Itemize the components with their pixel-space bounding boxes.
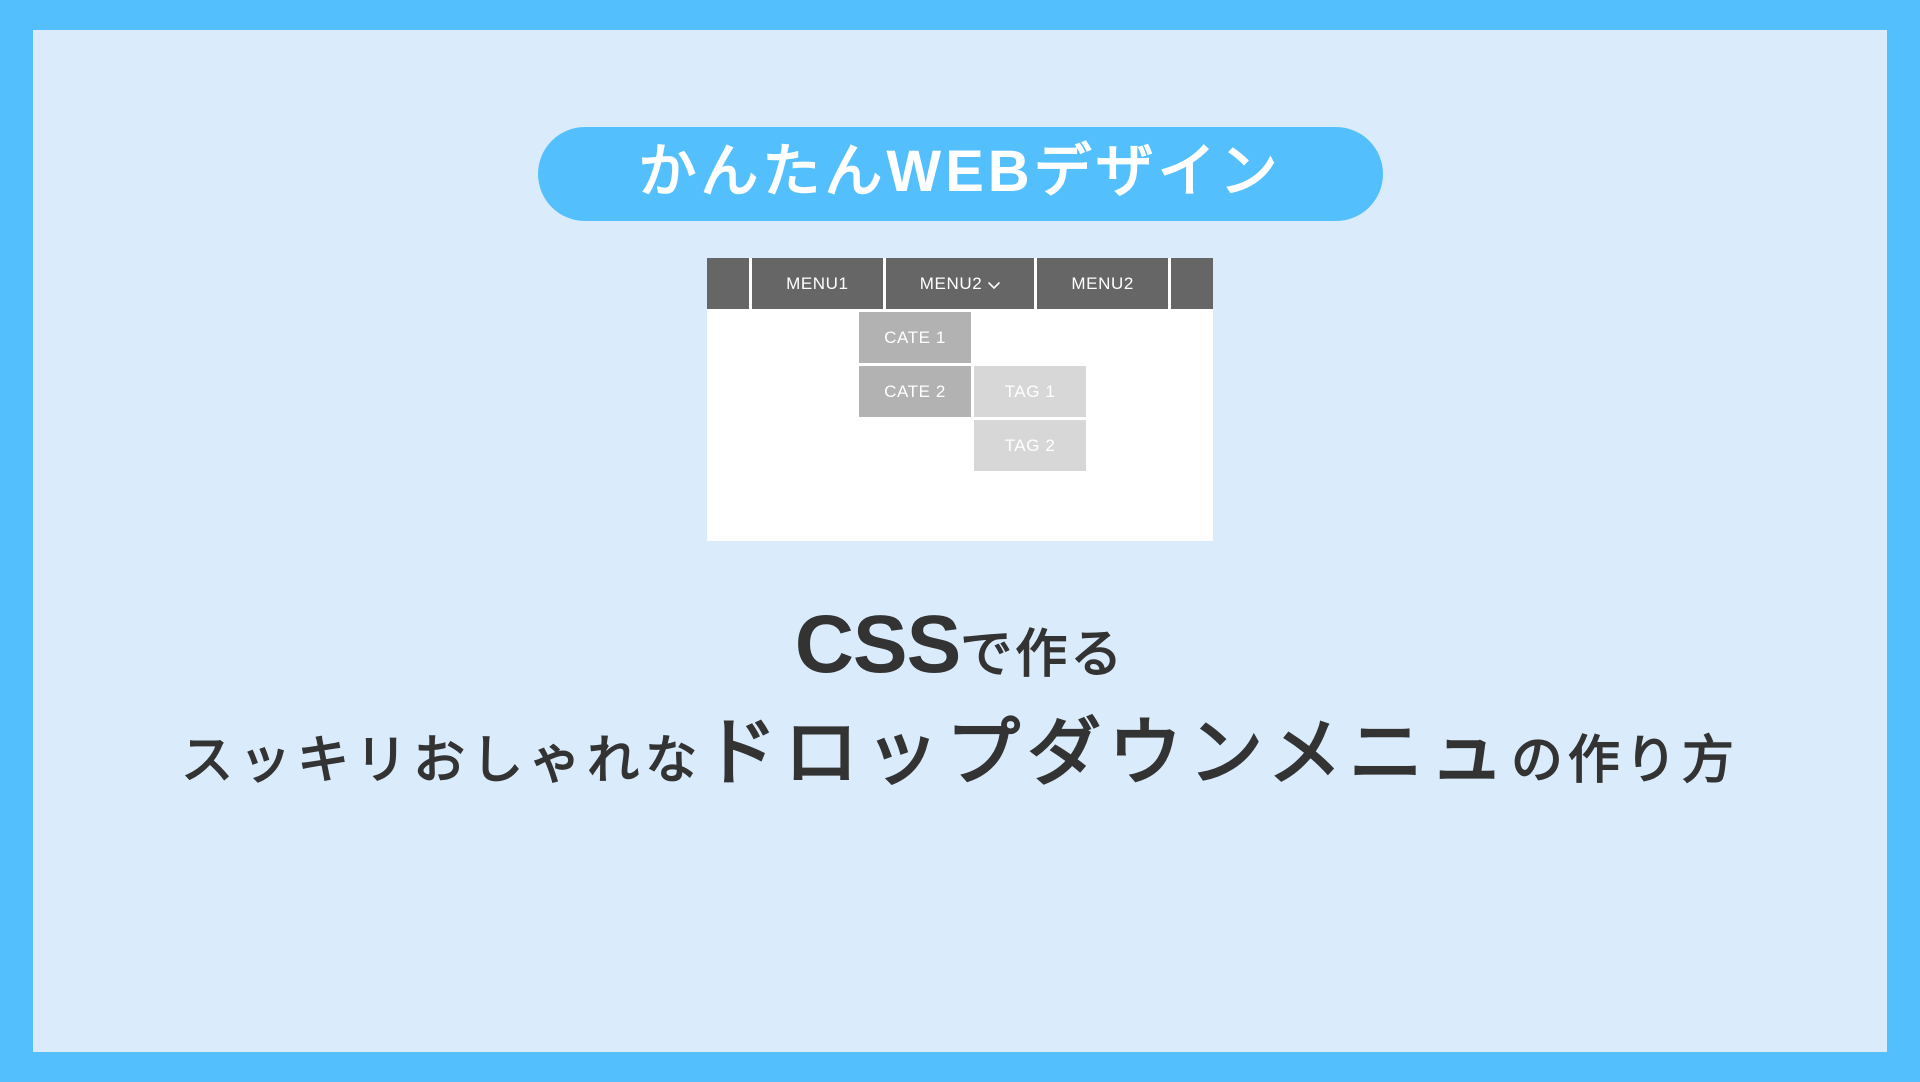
category-item-label: CATE 2 — [884, 381, 946, 401]
nav-item-menu2-expanded-label: MENU2 — [919, 273, 983, 293]
title-badge-label: かんたんWEBデザイン — [638, 139, 1282, 204]
headline-line-2: スッキリおしゃれな ドロップダウンメニュ の作り方 — [33, 716, 1887, 790]
mockup-navbar: MENU1 MENU2 MENU2 — [707, 258, 1214, 309]
tag-item[interactable]: TAG 2 — [974, 420, 1086, 471]
tag-submenu: TAG 1 TAG 2 — [974, 366, 1086, 471]
dropdown-panel: CATE 1 CATE 2 TAG 1 TAG 2 — [707, 309, 1213, 541]
nav-item-menu2-expanded[interactable]: MENU2 — [885, 258, 1035, 309]
headline-css-text: CSS — [794, 599, 962, 690]
nav-cell-left-spacer — [707, 258, 749, 309]
nav-item-menu1-label: MENU1 — [786, 273, 849, 293]
headline-dezukuru-text: で作る — [960, 626, 1126, 684]
category-submenu: CATE 1 CATE 2 — [859, 312, 971, 417]
poster-canvas: かんたんWEBデザイン MENU1 MENU2 MENU2 CATE 1 CAT… — [0, 0, 1920, 1082]
headline-line-1: CSSで作る — [33, 604, 1887, 686]
nav-item-menu2-second-label: MENU2 — [1071, 273, 1134, 293]
category-item-label: CATE 1 — [884, 327, 946, 347]
chevron-down-icon — [987, 278, 1001, 291]
category-item[interactable]: CATE 1 — [859, 312, 971, 363]
tag-item[interactable]: TAG 1 — [974, 366, 1086, 417]
headline-block: CSSで作る スッキリおしゃれな ドロップダウンメニュ の作り方 — [33, 604, 1887, 790]
nav-item-menu1[interactable]: MENU1 — [752, 258, 883, 309]
nav-item-menu2-second[interactable]: MENU2 — [1037, 258, 1169, 309]
nav-cell-right-spacer — [1171, 258, 1214, 309]
category-item[interactable]: CATE 2 — [859, 366, 971, 417]
headline-tail-text: の作り方 — [1510, 732, 1739, 790]
tag-item-label: TAG 2 — [1004, 435, 1056, 455]
title-badge: かんたんWEBデザイン — [537, 127, 1383, 221]
dropdown-menu-mockup: MENU1 MENU2 MENU2 CATE 1 CATE 2 TAG 1 TA… — [707, 258, 1214, 541]
inner-panel: かんたんWEBデザイン MENU1 MENU2 MENU2 CATE 1 CAT… — [33, 30, 1887, 1052]
headline-lead-text: スッキリおしゃれな — [181, 732, 704, 790]
headline-emphasis-text: ドロップダウンメニュ — [703, 711, 1511, 794]
tag-item-label: TAG 1 — [1004, 381, 1056, 401]
